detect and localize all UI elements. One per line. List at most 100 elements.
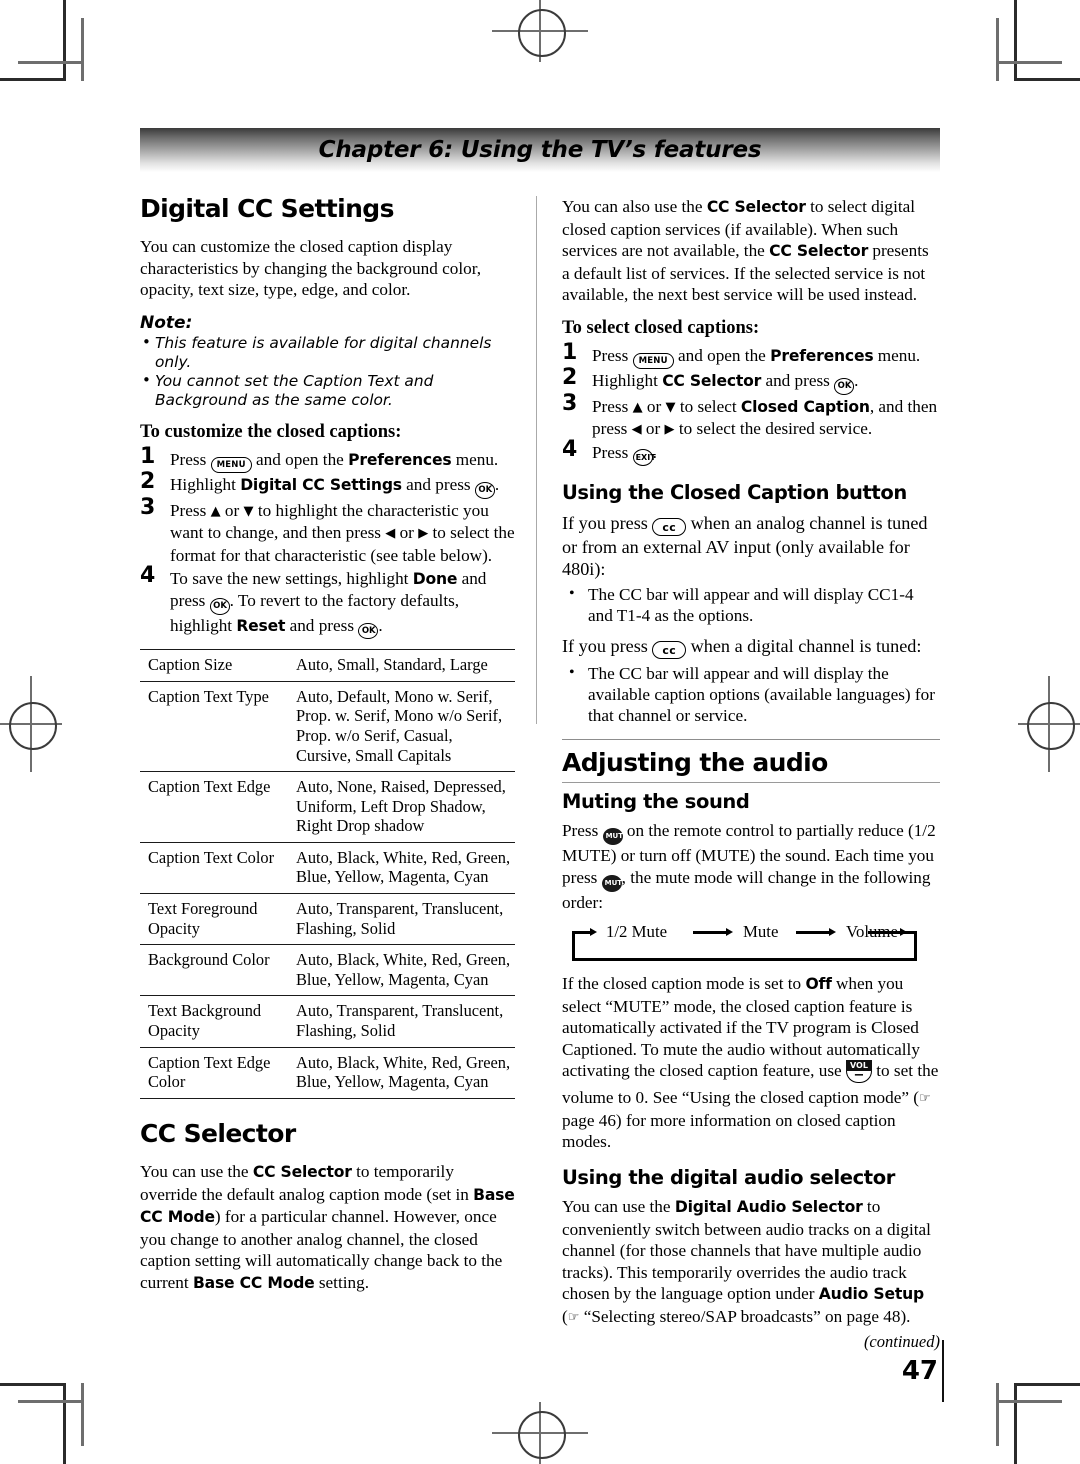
step-text: Press ▲ or ▼ to highlight the characteri… bbox=[170, 500, 515, 565]
section-heading-cc-selector: CC Selector bbox=[140, 1118, 296, 1148]
table-row: Background Color Auto, Black, White, Red… bbox=[140, 944, 515, 996]
howto-heading-select-captions: To select closed captions: bbox=[562, 317, 760, 338]
page-number: 47 bbox=[901, 1356, 938, 1386]
bold-cc-selector: CC Selector bbox=[662, 372, 762, 390]
step-number: 4 bbox=[562, 436, 578, 462]
analog-bullet-list: The CC bar will appear and will display … bbox=[562, 583, 940, 626]
bold-cc-selector: CC Selector bbox=[706, 198, 806, 216]
table-cell-characteristic: Caption Text Type bbox=[148, 686, 269, 706]
table-cell-options: Auto, Black, White, Red, Green, Blue, Ye… bbox=[296, 950, 511, 989]
bold-reset: Reset bbox=[236, 616, 286, 635]
note-list: This feature is available for digital ch… bbox=[140, 333, 515, 410]
ok-key-icon: OK bbox=[834, 378, 855, 395]
cycle-arrow-4 bbox=[900, 928, 907, 937]
subsection-heading-digital-audio-selector: Using the digital audio selector bbox=[562, 1165, 895, 1189]
cycle-line-top-left bbox=[572, 931, 590, 935]
arrow-left-icon: ◀ bbox=[631, 422, 642, 438]
table-cell-characteristic: Caption Size bbox=[148, 655, 233, 675]
ok-key-icon: OK bbox=[209, 598, 230, 615]
left-column: Digital CC Settings You can customize th… bbox=[140, 194, 515, 1306]
divider-rule bbox=[562, 781, 940, 783]
bold-base-cc-mode: Base CC Mode bbox=[192, 1273, 315, 1292]
digital-lead-paragraph: If you press cc when a digital channel i… bbox=[562, 635, 940, 660]
step-number: 1 bbox=[562, 339, 578, 365]
cc-key-icon: cc bbox=[652, 641, 687, 660]
caption-characteristics-table: Caption Size Auto, Small, Standard, Larg… bbox=[140, 649, 515, 1099]
step-text: Press MENU and open the Preferences menu… bbox=[592, 346, 920, 369]
bold-cc-selector: CC Selector bbox=[769, 242, 869, 260]
arrow-right-icon: ▶ bbox=[418, 526, 429, 542]
chapter-title: Chapter 6: Using the TV’s features bbox=[318, 137, 762, 163]
table-row: Text Background Opacity Auto, Transparen… bbox=[140, 995, 515, 1047]
mute-key-icon: MUTE bbox=[602, 828, 628, 846]
cycle-label-1: 1/2 Mute bbox=[606, 922, 668, 942]
step-item: 1 Press MENU and open the Preferences me… bbox=[140, 445, 515, 474]
bold-audio-setup: Audio Setup bbox=[818, 1285, 924, 1304]
arrow-right-icon: ▶ bbox=[664, 422, 675, 438]
mute-cycle-diagram: 1/2 Mute Mute Volume bbox=[568, 919, 928, 963]
section-heading-adjusting-audio: Adjusting the audio bbox=[562, 747, 828, 777]
continued-label: (continued) bbox=[863, 1332, 940, 1352]
howto-heading-customize-captions: To customize the closed captions: bbox=[140, 421, 402, 442]
cycle-line-seg-3 bbox=[796, 931, 831, 935]
note-item: You cannot set the Caption Text and Back… bbox=[140, 371, 515, 410]
table-cell-characteristic: Text Background Opacity bbox=[148, 1001, 262, 1041]
step-item: 3 Press ▲ or ▼ to select Closed Caption,… bbox=[562, 390, 940, 441]
step-number: 3 bbox=[562, 390, 578, 416]
table-cell-options: Auto, Default, Mono w. Serif, Prop. w. S… bbox=[296, 686, 503, 765]
menu-key-icon: MENU bbox=[210, 456, 252, 474]
step-number: 2 bbox=[562, 365, 578, 390]
bold-digital-cc-settings: Digital CC Settings bbox=[240, 476, 402, 495]
ok-key-icon: OK bbox=[358, 622, 379, 640]
mute-body-paragraph: Press MUTE on the remote control to part… bbox=[562, 821, 936, 912]
table-cell-characteristic: Caption Text Edge bbox=[148, 777, 271, 797]
cc-key-icon: cc bbox=[652, 518, 687, 537]
list-item: The CC bar will appear and will display … bbox=[562, 662, 940, 727]
volume-down-key-icon: VOL − bbox=[845, 1060, 872, 1084]
step-text: Highlight Digital CC Settings and press … bbox=[170, 475, 499, 499]
page-number-rule bbox=[942, 1340, 944, 1402]
bold-off: Off bbox=[805, 975, 832, 994]
bold-cc-selector: CC Selector bbox=[252, 1163, 352, 1182]
step-number: 2 bbox=[140, 469, 156, 495]
section-heading-digital-cc-settings: Digital CC Settings bbox=[140, 194, 394, 223]
bold-preferences: Preferences bbox=[770, 346, 874, 365]
table-row: Caption Text Type Auto, Default, Mono w.… bbox=[140, 681, 515, 771]
step-item: 4 To save the new settings, highlight Do… bbox=[140, 562, 515, 640]
table-row: Caption Size Auto, Small, Standard, Larg… bbox=[140, 649, 515, 682]
arrow-down-icon: ▼ bbox=[243, 503, 254, 519]
chapter-banner: Chapter 6: Using the TV’s features bbox=[140, 128, 940, 172]
table-row: Caption Text Edge Color Auto, Black, Whi… bbox=[140, 1047, 515, 1099]
table-row: Caption Text Color Auto, Black, White, R… bbox=[140, 842, 515, 893]
cycle-label-2: Mute bbox=[743, 922, 779, 942]
menu-key-icon: MENU bbox=[632, 352, 674, 369]
bold-done: Done bbox=[412, 569, 458, 588]
digital-cc-intro-paragraph: You can customize the closed caption dis… bbox=[140, 237, 482, 300]
cycle-arrow-2 bbox=[726, 928, 733, 937]
table-cell-characteristic: Caption Text Edge Color bbox=[140, 1047, 288, 1099]
document-page: Chapter 6: Using the TV’s features Digit… bbox=[0, 0, 1080, 1464]
table-cell-options: Auto, Small, Standard, Large bbox=[296, 655, 488, 675]
cc-selector-paragraph: You can use the CC Selector to temporari… bbox=[140, 1162, 515, 1292]
pointing-hand-icon: ☞ bbox=[919, 1091, 931, 1107]
cycle-arrow-3 bbox=[829, 928, 836, 937]
cycle-label-3: Volume bbox=[846, 922, 898, 942]
step-item: 4 Press EXIT. bbox=[562, 436, 940, 467]
step-text: Press ▲ or ▼ to select Closed Caption, a… bbox=[592, 396, 938, 439]
pointing-hand-icon: ☞ bbox=[567, 1309, 580, 1325]
cycle-line-left-vertical bbox=[572, 931, 575, 962]
digital-bullet-list: The CC bar will appear and will display … bbox=[562, 662, 940, 727]
step-number: 4 bbox=[140, 562, 156, 588]
subsection-heading-muting-sound: Muting the sound bbox=[562, 789, 750, 813]
cycle-arrow-1 bbox=[590, 928, 597, 937]
note-label: Note: bbox=[140, 312, 193, 333]
exit-key-icon: EXIT bbox=[632, 449, 656, 467]
arrow-left-icon: ◀ bbox=[385, 526, 396, 542]
bold-closed-caption: Closed Caption bbox=[740, 397, 870, 416]
step-item: 2 Highlight CC Selector and press OK. bbox=[562, 365, 940, 395]
step-item: 2 Highlight Digital CC Settings and pres… bbox=[140, 469, 515, 499]
bold-digital-audio-selector: Digital Audio Selector bbox=[674, 1198, 863, 1217]
table-cell-options: Auto, Black, White, Red, Green, Blue, Ye… bbox=[296, 847, 511, 887]
ok-key-icon: OK bbox=[474, 482, 495, 499]
step-text: Press EXIT. bbox=[592, 443, 657, 467]
